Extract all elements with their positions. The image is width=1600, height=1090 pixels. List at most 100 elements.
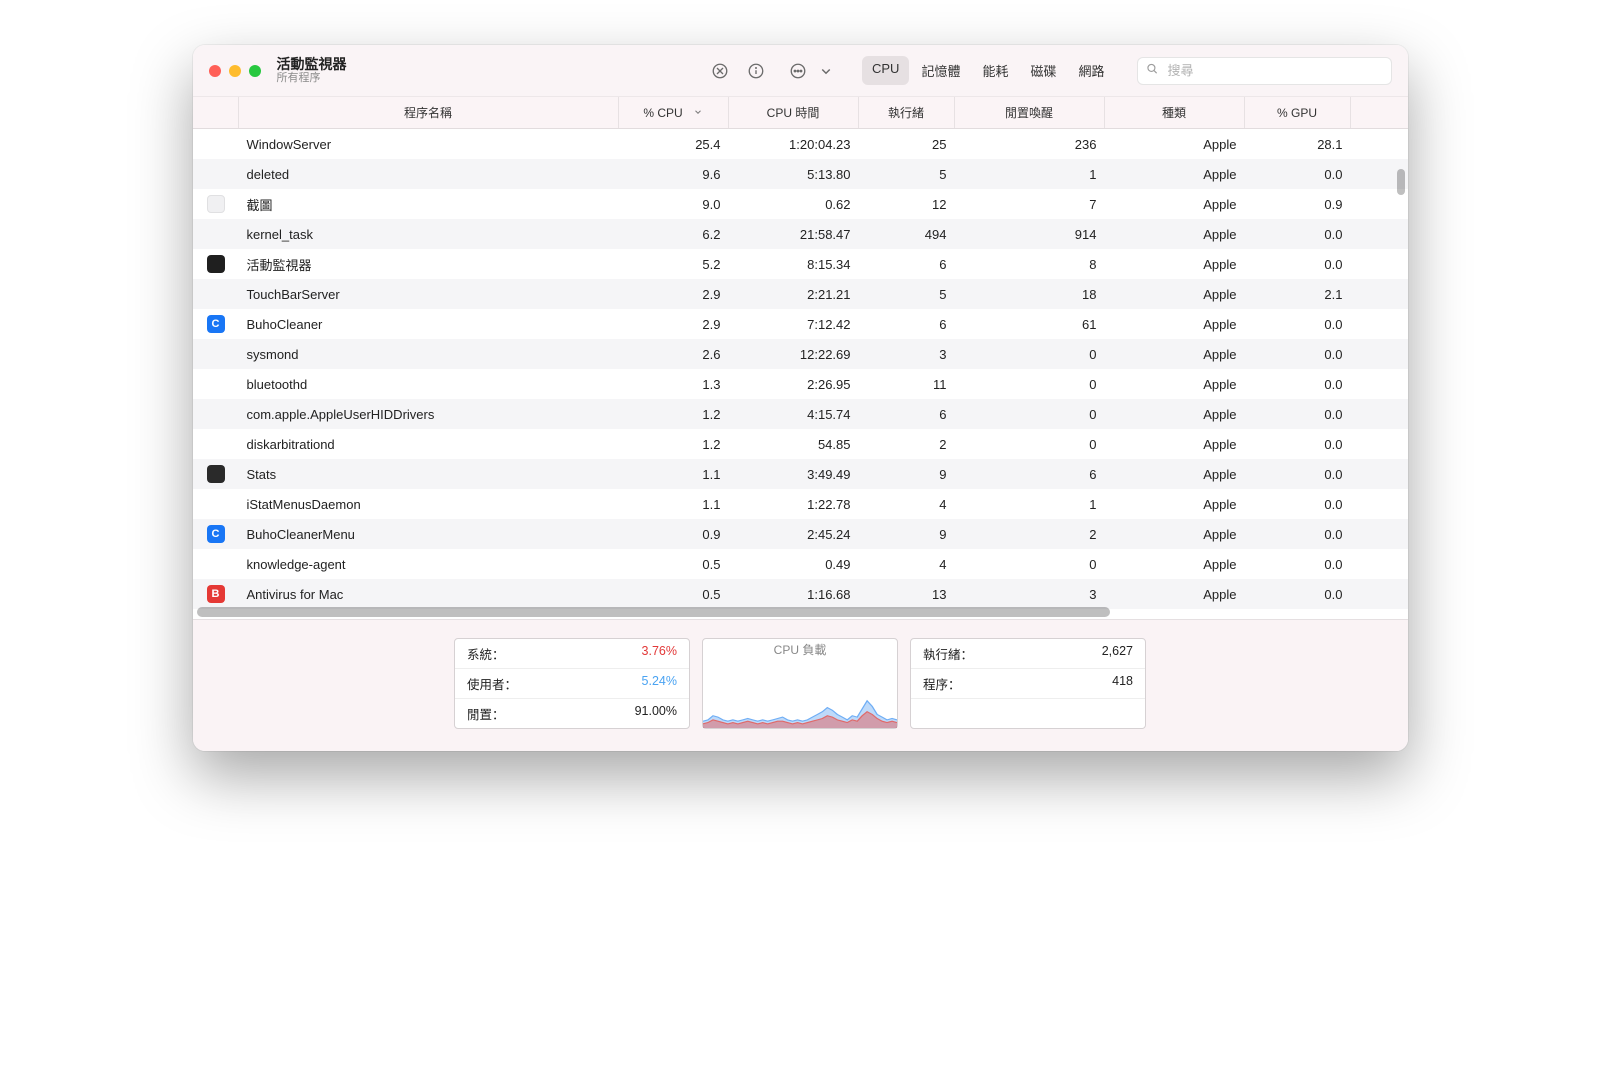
view-tabs: CPU記憶體能耗磁碟網路	[862, 56, 1115, 85]
threads: 6	[859, 407, 955, 422]
table-row[interactable]: WindowServer25.41:20:04.2325236Apple28.1	[193, 129, 1408, 159]
cpu-time: 1:20:04.23	[729, 137, 859, 152]
process-table[interactable]: WindowServer25.41:20:04.2325236Apple28.1…	[193, 129, 1408, 619]
more-options-button[interactable]	[784, 58, 812, 84]
titlebar: 活動監視器 所有程序 CPU記憶體能耗磁碟網路	[193, 45, 1408, 97]
table-row[interactable]: 活動監視器5.28:15.3468Apple0.0	[193, 249, 1408, 279]
cpu-time: 2:26.95	[729, 377, 859, 392]
threads: 4	[859, 557, 955, 572]
kind: Apple	[1105, 167, 1245, 182]
user-label: 使用者：	[467, 674, 517, 693]
table-row[interactable]: com.apple.AppleUserHIDDrivers1.24:15.746…	[193, 399, 1408, 429]
threads-label: 執行緒：	[923, 644, 973, 663]
gpu-percent: 0.0	[1245, 557, 1351, 572]
col-gpu[interactable]: % GPU	[1245, 97, 1351, 128]
idle-wakeups: 0	[955, 557, 1105, 572]
cpu-percent: 2.9	[619, 287, 729, 302]
idle-wakeups: 0	[955, 407, 1105, 422]
cpu-percent: 9.6	[619, 167, 729, 182]
table-row[interactable]: CBuhoCleanerMenu0.92:45.2492Apple0.0	[193, 519, 1408, 549]
process-icon: C	[193, 315, 239, 333]
cpu-load-chart	[703, 660, 897, 728]
close-button[interactable]	[209, 65, 221, 77]
maximize-button[interactable]	[249, 65, 261, 77]
col-name[interactable]: 程序名稱	[239, 97, 619, 128]
table-row[interactable]: knowledge-agent0.50.4940Apple0.0	[193, 549, 1408, 579]
app-title: 活動監視器	[277, 57, 347, 72]
tab-CPU[interactable]: CPU	[862, 56, 909, 85]
threads: 9	[859, 467, 955, 482]
app-subtitle: 所有程序	[277, 72, 347, 84]
tab-能耗[interactable]: 能耗	[972, 56, 1018, 85]
cpu-time: 1:16.68	[729, 587, 859, 602]
cpu-time: 2:45.24	[729, 527, 859, 542]
window-controls	[209, 65, 261, 77]
idle-wakeups: 18	[955, 287, 1105, 302]
cpu-percent: 2.9	[619, 317, 729, 332]
table-row[interactable]: TouchBarServer2.92:21.21518Apple2.1	[193, 279, 1408, 309]
threads: 3	[859, 347, 955, 362]
minimize-button[interactable]	[229, 65, 241, 77]
process-name: BuhoCleanerMenu	[239, 527, 619, 542]
table-row[interactable]: deleted9.65:13.8051Apple0.0	[193, 159, 1408, 189]
tab-網路[interactable]: 網路	[1068, 56, 1114, 85]
table-row[interactable]: diskarbitrationd1.254.8520Apple0.0	[193, 429, 1408, 459]
table-row[interactable]: iStatMenusDaemon1.11:22.7841Apple0.0	[193, 489, 1408, 519]
idle-wakeups: 6	[955, 467, 1105, 482]
kind: Apple	[1105, 347, 1245, 362]
process-name: Antivirus for Mac	[239, 587, 619, 602]
search-icon	[1145, 61, 1159, 80]
cpu-time: 0.49	[729, 557, 859, 572]
search-field[interactable]	[1137, 57, 1392, 85]
kind: Apple	[1105, 437, 1245, 452]
chevron-down-icon[interactable]	[812, 58, 840, 84]
search-input[interactable]	[1137, 57, 1392, 85]
cpu-percent: 25.4	[619, 137, 729, 152]
threads: 6	[859, 317, 955, 332]
process-name: deleted	[239, 167, 619, 182]
table-row[interactable]: kernel_task6.221:58.47494914Apple0.0	[193, 219, 1408, 249]
process-name: diskarbitrationd	[239, 437, 619, 452]
gpu-percent: 0.0	[1245, 317, 1351, 332]
vertical-scrollbar[interactable]	[1397, 169, 1405, 195]
info-button[interactable]	[742, 58, 770, 84]
col-cpu[interactable]: % CPU	[619, 97, 729, 128]
process-icon	[193, 195, 239, 213]
cpu-time: 21:58.47	[729, 227, 859, 242]
gpu-percent: 0.0	[1245, 347, 1351, 362]
cpu-percent: 1.1	[619, 467, 729, 482]
cpu-time: 8:15.34	[729, 257, 859, 272]
idle-wakeups: 3	[955, 587, 1105, 602]
kind: Apple	[1105, 287, 1245, 302]
procs-value: 418	[1112, 674, 1133, 693]
threads: 4	[859, 497, 955, 512]
table-row[interactable]: bluetoothd1.32:26.95110Apple0.0	[193, 369, 1408, 399]
gpu-percent: 0.0	[1245, 437, 1351, 452]
gpu-percent: 0.9	[1245, 197, 1351, 212]
table-row[interactable]: CBuhoCleaner2.97:12.42661Apple0.0	[193, 309, 1408, 339]
col-idle-wakeups[interactable]: 閒置喚醒	[955, 97, 1105, 128]
tab-磁碟[interactable]: 磁碟	[1020, 56, 1066, 85]
gpu-percent: 0.0	[1245, 227, 1351, 242]
system-label: 系統：	[467, 644, 505, 663]
process-icon	[193, 255, 239, 273]
col-time[interactable]: CPU 時間	[729, 97, 859, 128]
col-kind[interactable]: 種類	[1105, 97, 1245, 128]
col-threads[interactable]: 執行緒	[859, 97, 955, 128]
gpu-percent: 2.1	[1245, 287, 1351, 302]
table-row[interactable]: Stats1.13:49.4996Apple0.0	[193, 459, 1408, 489]
threads: 11	[859, 377, 955, 392]
cpu-percent: 0.9	[619, 527, 729, 542]
col-icon[interactable]	[193, 97, 239, 128]
idle-wakeups: 0	[955, 437, 1105, 452]
cpu-percent: 6.2	[619, 227, 729, 242]
cpu-percent: 1.2	[619, 437, 729, 452]
table-row[interactable]: sysmond2.612:22.6930Apple0.0	[193, 339, 1408, 369]
stop-process-button[interactable]	[706, 58, 734, 84]
tab-記憶體[interactable]: 記憶體	[911, 56, 970, 85]
gpu-percent: 28.1	[1245, 137, 1351, 152]
footer: 系統： 3.76% 使用者： 5.24% 閒置： 91.00% CPU 負載 執…	[193, 619, 1408, 751]
table-row[interactable]: 截圖9.00.62127Apple0.9	[193, 189, 1408, 219]
horizontal-scrollbar[interactable]	[193, 605, 1390, 619]
kind: Apple	[1105, 467, 1245, 482]
